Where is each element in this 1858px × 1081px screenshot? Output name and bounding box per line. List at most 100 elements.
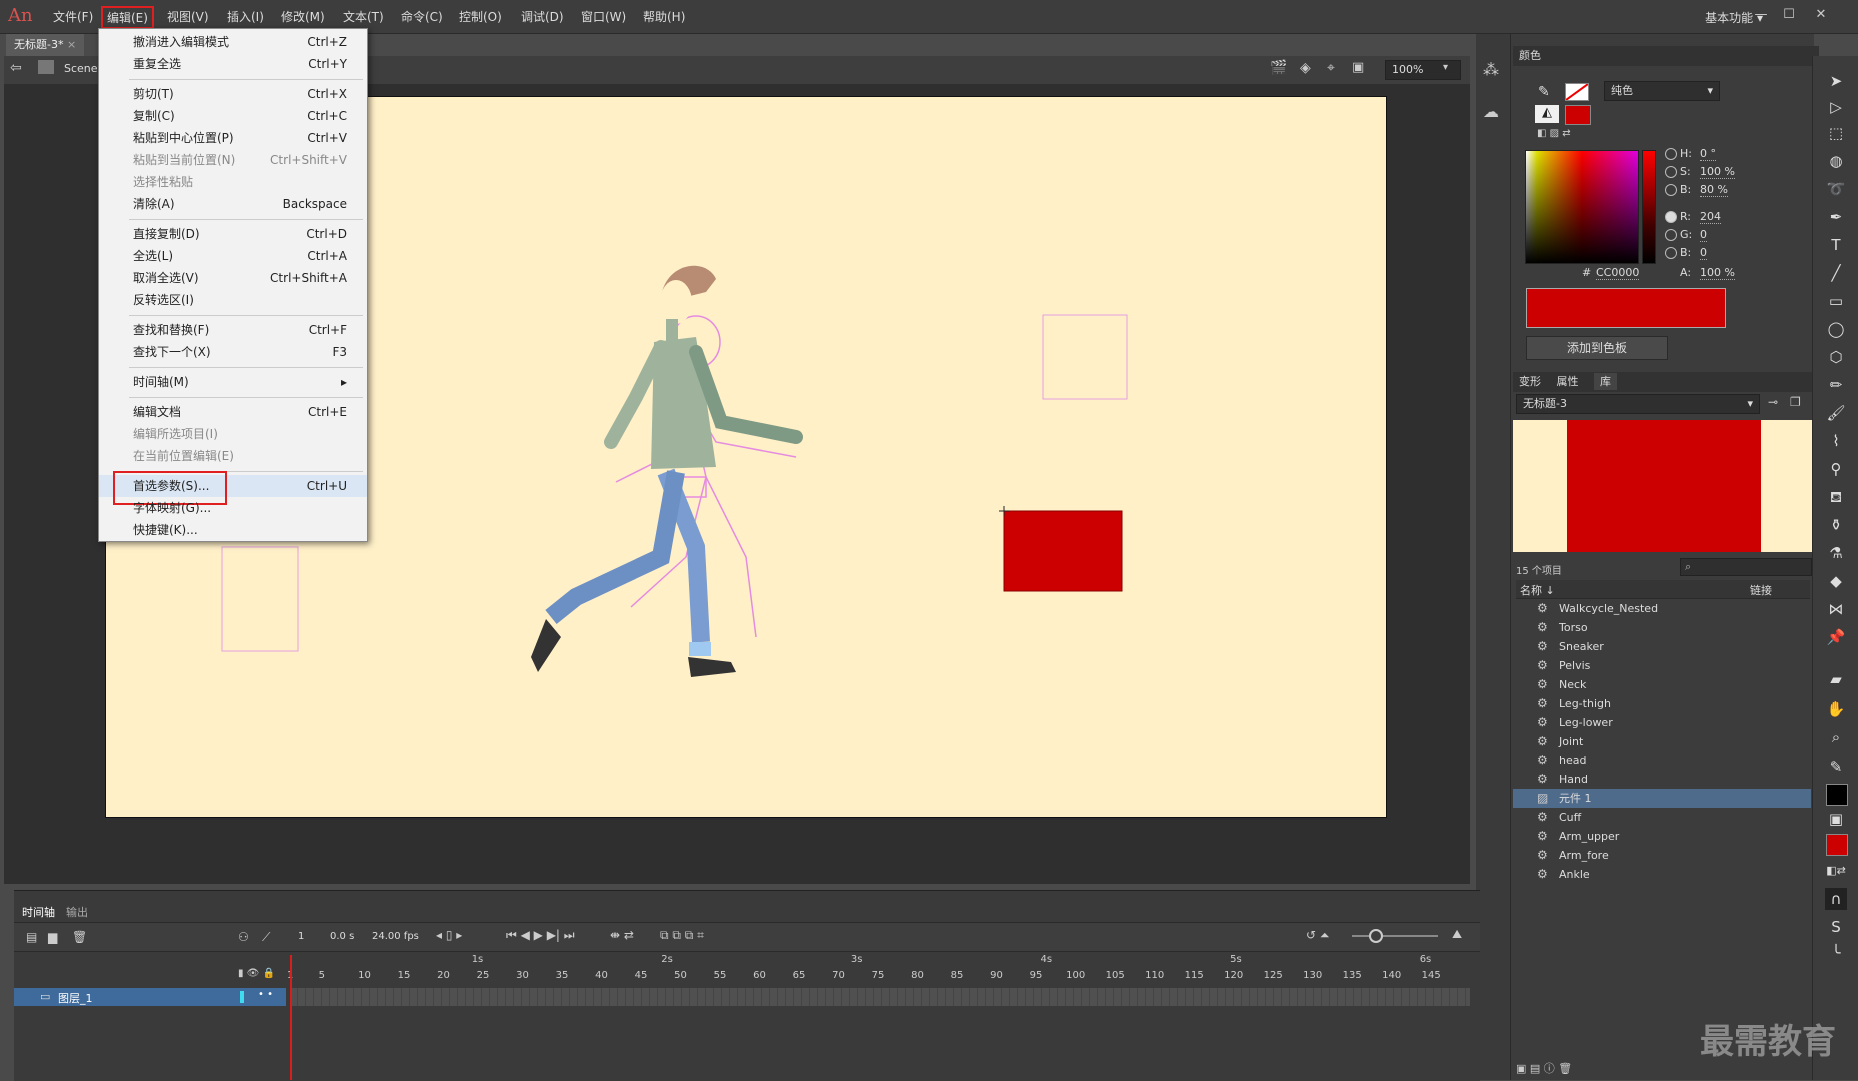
stroke-color-chip[interactable] [1826, 784, 1848, 806]
eraser-icon[interactable]: ◆ [1825, 570, 1847, 592]
pencil-tool-icon[interactable]: ✏ [1825, 374, 1847, 396]
back-arrow-icon[interactable]: ⇦ [10, 60, 22, 76]
center-stage-icon[interactable]: ⌖ [1327, 60, 1335, 76]
selection-tool-icon[interactable]: ➤ [1825, 70, 1847, 92]
frame-cells[interactable] [290, 988, 1470, 1006]
menu-help[interactable]: 帮助(H) [643, 8, 685, 25]
maximize-icon[interactable]: ☐ [1778, 6, 1800, 24]
tab-transform[interactable]: 变形 [1519, 375, 1541, 388]
blue-value[interactable]: 0 [1700, 246, 1707, 260]
menu-item-cut[interactable]: 剪切(T) Ctrl+X [99, 83, 367, 105]
keyframe-nav-icons[interactable]: ◂ ▯ ▸ [436, 928, 462, 942]
layer-name[interactable]: 图层_1 [58, 990, 93, 1006]
edit-scene-icon[interactable]: 🎬 [1270, 60, 1287, 76]
text-tool-icon[interactable]: T [1825, 234, 1847, 256]
layer-visibility-icons[interactable]: ▮ 👁 🔒 [238, 968, 275, 979]
column-name[interactable]: 名称 ↓ [1520, 582, 1555, 598]
menu-item-duplicate[interactable]: 直接复制(D) Ctrl+D [99, 223, 367, 245]
menu-view[interactable]: 视图(V) [167, 8, 209, 25]
lasso-icon[interactable]: ➰ [1825, 178, 1847, 200]
pen-tool-icon[interactable]: ✒ [1825, 206, 1847, 228]
width-tool-icon[interactable]: ⋈ [1825, 598, 1847, 620]
menu-item-clear[interactable]: 清除(A) Backspace [99, 193, 367, 215]
bone-tool-icon[interactable]: ⚲ [1825, 458, 1847, 480]
menu-edit[interactable]: 编辑(E) [101, 6, 154, 29]
swap-colors-icon[interactable]: ◧⇄ [1825, 860, 1847, 882]
library-item[interactable]: ⚙ Joint [1513, 732, 1811, 751]
menu-item-edit-document[interactable]: 编辑文档 Ctrl+E [99, 401, 367, 423]
zoom-tool-icon[interactable]: ⌕ [1825, 726, 1847, 748]
library-footer-icons[interactable]: ▣ ▤ ⓘ 🗑 [1516, 1060, 1572, 1076]
paint-bucket-icon[interactable]: ⛾ [1825, 486, 1847, 508]
menu-insert[interactable]: 插入(I) [227, 8, 264, 25]
menu-item-select-all[interactable]: 全选(L) Ctrl+A [99, 245, 367, 267]
current-time[interactable]: 0.0 s [330, 931, 354, 942]
menu-modify[interactable]: 修改(M) [281, 8, 325, 25]
menu-item-undo[interactable]: 撤消进入编辑模式 Ctrl+Z [99, 31, 367, 53]
radio-b[interactable] [1665, 184, 1677, 196]
swap-colors-icon[interactable]: ◧ ▨ ⇄ [1537, 128, 1571, 139]
graph-icon[interactable]: ⟋ [262, 930, 270, 945]
clip-icon[interactable]: ▣ [1352, 60, 1364, 75]
library-item[interactable]: ⚙ Cuff [1513, 808, 1811, 827]
free-transform-icon[interactable]: ⬚ [1825, 122, 1847, 144]
library-item-selected[interactable]: ▨ 元件 1 [1513, 789, 1811, 808]
library-document-select[interactable]: 无标题-3 ▾ [1516, 394, 1760, 414]
layer-row[interactable]: ▭ 图层_1 • • [14, 988, 286, 1006]
radio-r[interactable] [1665, 211, 1677, 223]
frame-rate[interactable]: 24.00 fps [372, 931, 419, 942]
hex-value[interactable]: CC0000 [1596, 266, 1640, 280]
mountain-icon[interactable]: ⛰ [1452, 927, 1462, 942]
center-frame-icon[interactable]: ↺ ⏶ [1306, 928, 1329, 943]
menu-item-paste-center[interactable]: 粘贴到中心位置(P) Ctrl+V [99, 127, 367, 149]
new-folder-icon[interactable]: ▆ [48, 930, 57, 944]
radio-g[interactable] [1665, 229, 1677, 241]
fill-color-tool-icon[interactable]: ▣ [1825, 808, 1847, 830]
polystar-tool-icon[interactable]: ⬡ [1825, 346, 1847, 368]
library-item[interactable]: ⚙ Hand [1513, 770, 1811, 789]
fill-color-icon[interactable]: ◭ [1535, 105, 1559, 123]
loop-icon[interactable]: ⇼ ⇄ [610, 928, 634, 942]
ink-bottle-icon[interactable]: ⚱ [1825, 514, 1847, 536]
snap-magnet-icon[interactable]: ∩ [1825, 888, 1847, 910]
3d-rotation-icon[interactable]: ◍ [1825, 150, 1847, 172]
onion-skin-icons[interactable]: ⧉ ⧉ ⧉ ⌗ [660, 928, 704, 943]
smooth-icon[interactable]: S [1825, 916, 1847, 938]
menu-item-font-mapping[interactable]: 字体映射(G)... [99, 497, 367, 519]
subselection-tool-icon[interactable]: ▷ [1825, 96, 1847, 118]
menu-item-invert-selection[interactable]: 反转选区(I) [99, 289, 367, 311]
add-to-swatches-button[interactable]: 添加到色板 [1526, 336, 1668, 360]
library-item[interactable]: ⚙ Neck [1513, 675, 1811, 694]
tab-properties[interactable]: 属性 [1557, 375, 1579, 388]
red-value[interactable]: 204 [1700, 210, 1721, 224]
menu-file[interactable]: 文件(F) [53, 8, 93, 25]
close-icon[interactable]: ✕ [1810, 6, 1832, 24]
menu-window[interactable]: 窗口(W) [581, 8, 626, 25]
menu-item-find-next[interactable]: 查找下一个(X) F3 [99, 341, 367, 363]
line-tool-icon[interactable]: ╱ [1825, 262, 1847, 284]
straighten-icon[interactable]: ╰ [1825, 942, 1847, 964]
library-item[interactable]: ⚙ Walkcycle_Nested [1513, 599, 1811, 618]
timeline-zoom-slider[interactable] [1352, 935, 1438, 937]
stroke-swatch[interactable] [1565, 83, 1589, 101]
library-item[interactable]: ⚙ Leg-thigh [1513, 694, 1811, 713]
library-item[interactable]: ⚙ Arm_fore [1513, 846, 1811, 865]
layer-dot-icons[interactable]: • • [258, 989, 273, 1000]
menu-commands[interactable]: 命令(C) [401, 8, 443, 25]
rectangle-tool-icon[interactable]: ▭ [1825, 290, 1847, 312]
brightness-value[interactable]: 80 % [1700, 183, 1728, 197]
fill-swatch[interactable] [1565, 105, 1591, 125]
radio-blue[interactable] [1665, 247, 1677, 259]
radio-h[interactable] [1665, 148, 1677, 160]
tab-output[interactable]: 输出 [66, 904, 88, 920]
new-library-icon[interactable]: ❐ [1790, 395, 1801, 409]
library-item[interactable]: ⚙ Arm_upper [1513, 827, 1811, 846]
new-layer-icon[interactable]: ▤ [26, 930, 37, 944]
delete-icon[interactable]: 🗑 [72, 930, 87, 944]
stroke-color-icon[interactable]: ✎ [1538, 84, 1550, 100]
hue-value[interactable]: 0 ° [1700, 147, 1716, 161]
camera-tool-icon[interactable]: ▰ [1825, 668, 1847, 690]
menu-item-find-replace[interactable]: 查找和替换(F) Ctrl+F [99, 319, 367, 341]
cc-libraries-icon[interactable]: ☁ [1483, 102, 1499, 121]
menu-item-shortcuts[interactable]: 快捷键(K)... [99, 519, 367, 541]
